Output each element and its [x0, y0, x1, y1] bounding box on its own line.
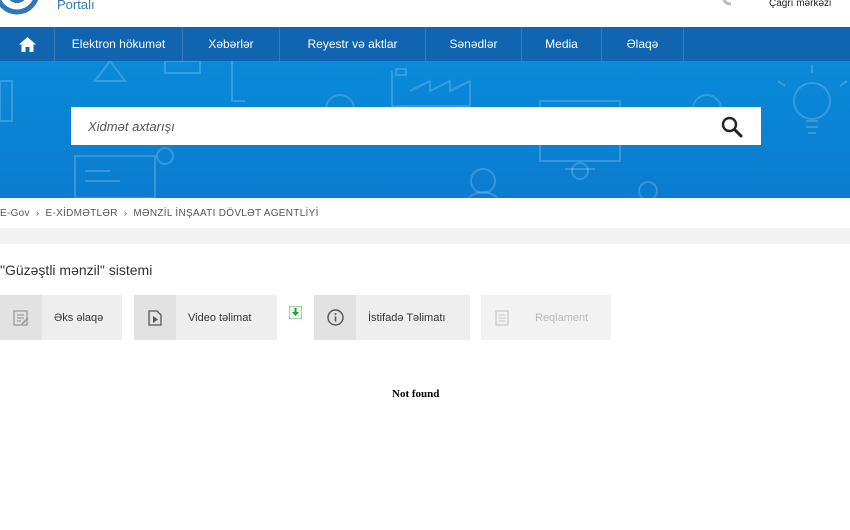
phone-icon[interactable]	[721, 0, 757, 10]
nav-item-media[interactable]: Media	[522, 27, 602, 61]
feedback-icon-box	[0, 295, 42, 340]
nav-item-electronic-government[interactable]: Elektron hökumət	[55, 27, 183, 61]
breadcrumb-item-agency: MƏNZİL İNŞAATI DÖVLƏT AGENTLİYİ	[133, 207, 319, 219]
chevron-right-icon: ›	[123, 207, 128, 219]
nav-home-button[interactable]	[0, 27, 55, 61]
page-title: "Güzəştli mənzil" sistemi	[0, 262, 153, 278]
user-guide-label: İstifadə Təlimatı	[368, 311, 446, 324]
hero-banner	[0, 61, 850, 198]
breadcrumb-item-eservices[interactable]: E-XİDMƏTLƏR	[45, 208, 117, 219]
search-box	[71, 107, 761, 145]
feedback-label: Əks əlaqə	[54, 311, 104, 324]
nav-item-registry[interactable]: Reyestr və aktlar	[280, 27, 426, 61]
search-icon[interactable]	[721, 116, 743, 138]
nav-item-contact[interactable]: Əlaqə	[602, 27, 684, 61]
regulation-label: Reqlament	[535, 311, 589, 324]
chevron-right-icon: ›	[35, 207, 40, 219]
document-icon	[495, 309, 509, 326]
search-input[interactable]	[71, 107, 711, 145]
info-icon-box	[314, 295, 356, 340]
nav-item-documents[interactable]: Sənədlər	[426, 27, 522, 61]
section-divider	[0, 228, 850, 244]
feedback-button[interactable]: Əks əlaqə	[0, 295, 122, 340]
video-icon-box	[134, 295, 176, 340]
not-found-message: Not found	[392, 388, 440, 400]
breadcrumb-item-egov[interactable]: E-Gov	[0, 208, 30, 219]
video-guide-button[interactable]: Video təlimat	[134, 295, 277, 340]
feedback-icon	[13, 309, 29, 326]
call-center-link[interactable]: Çağrı mərkəzi	[769, 0, 831, 9]
breadcrumb: E-Gov › E-XİDMƏTLƏR › MƏNZİL İNŞAATI DÖV…	[0, 198, 850, 228]
document-icon-box	[481, 295, 523, 340]
page-root: Portalı Çağrı mərkəzi Elektron hökumət X…	[0, 0, 850, 530]
video-icon	[148, 309, 162, 326]
home-icon	[18, 36, 36, 52]
download-icon[interactable]	[289, 306, 302, 319]
portal-title[interactable]: Portalı	[57, 0, 95, 12]
main-nav: Elektron hökumət Xəbərlər Reyestr və akt…	[0, 27, 850, 61]
regulation-button[interactable]: Reqlament	[481, 295, 611, 340]
user-guide-button[interactable]: İstifadə Təlimatı	[314, 295, 470, 340]
info-icon	[326, 309, 344, 326]
top-header: Portalı Çağrı mərkəzi	[0, 0, 850, 27]
nav-item-news[interactable]: Xəbərlər	[183, 27, 280, 61]
video-guide-label: Video təlimat	[188, 311, 252, 324]
portal-logo[interactable]	[0, 0, 48, 16]
